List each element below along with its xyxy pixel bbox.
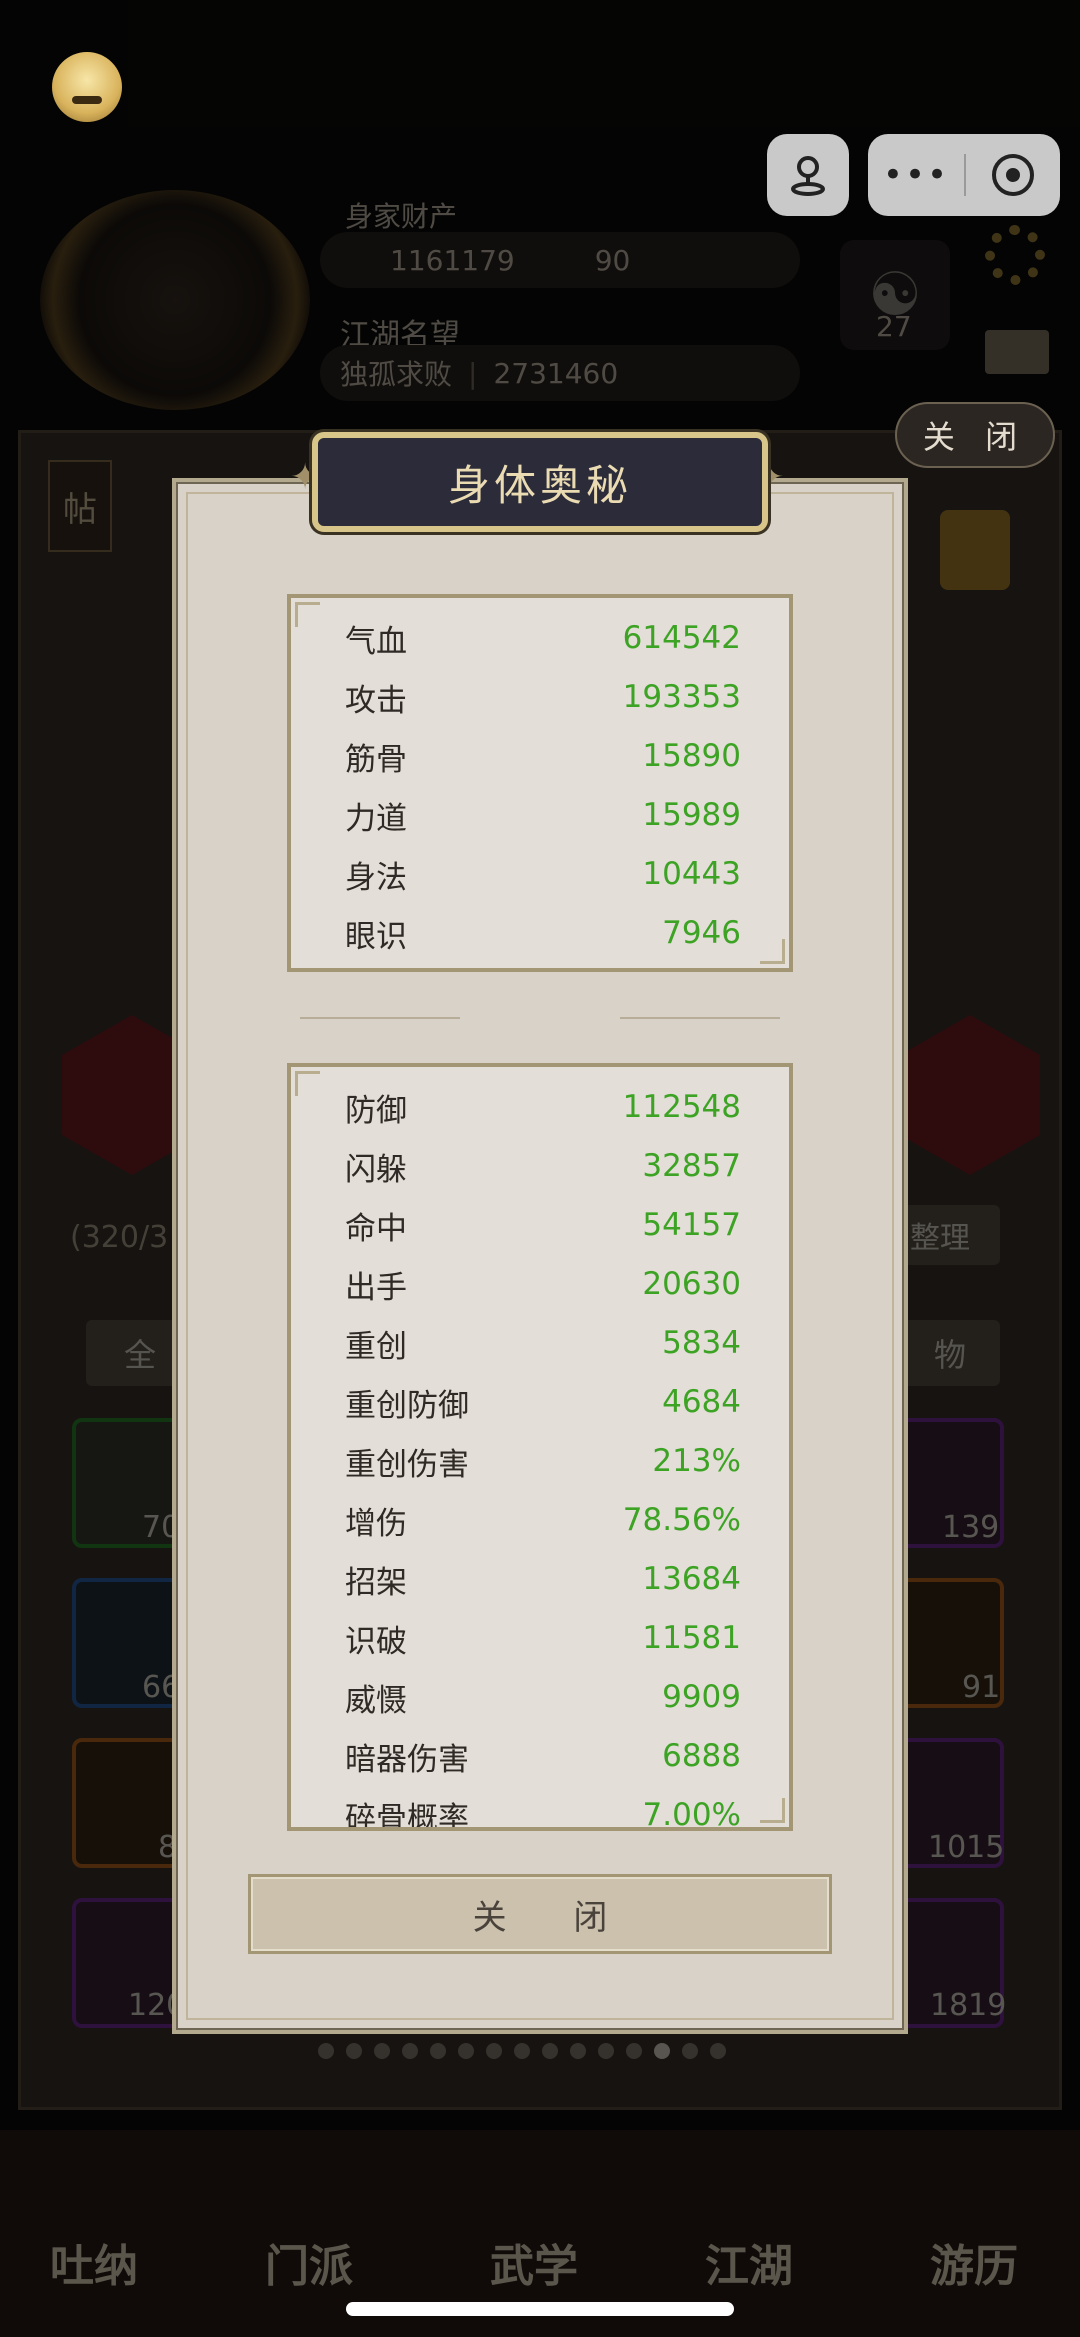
stat-value: 193353 — [622, 679, 741, 715]
close-miniprogram-button[interactable] — [966, 154, 1060, 196]
home-indicator[interactable] — [346, 2302, 734, 2316]
inventory-count: 139 — [942, 1510, 1000, 1545]
gear-icon — [985, 225, 1045, 285]
stat-name: 暗器伤害 — [345, 1741, 469, 1778]
gold-amount: 1161179 — [390, 243, 515, 277]
stat-value: 112548 — [622, 1089, 741, 1125]
stat-value: 78.56% — [622, 1502, 741, 1538]
stat-name: 气血 — [345, 623, 407, 660]
stat-name: 筋骨 — [345, 741, 407, 778]
stat-row: 暗器伤害 6888 — [345, 1736, 741, 1778]
stat-row: 识破 11581 — [345, 1618, 741, 1660]
stat-name: 命中 — [345, 1210, 407, 1247]
stat-row: 出手 20630 — [345, 1264, 741, 1306]
section-divider — [300, 1008, 780, 1028]
stat-value: 32857 — [642, 1148, 741, 1184]
nav-menpai: 门派 — [265, 2241, 353, 2292]
stat-row: 力道 15989 — [345, 795, 741, 837]
stat-value: 9909 — [662, 1679, 741, 1715]
page-indicator — [318, 2043, 726, 2059]
stat-name: 重创 — [345, 1328, 407, 1365]
assets-label: 身家财产 — [345, 200, 458, 233]
panel-close-button[interactable]: 关 闭 — [895, 402, 1055, 468]
stat-name: 重创伤害 — [345, 1446, 469, 1483]
stat-name: 识破 — [345, 1623, 407, 1660]
lantern-icon — [940, 510, 1010, 590]
stat-value: 6888 — [662, 1738, 741, 1774]
stat-value: 614542 — [622, 620, 741, 656]
assets-bar: 1161179 90 — [320, 232, 800, 288]
nav-jianghu: 江湖 — [705, 2241, 793, 2292]
secondary-stats-box[interactable]: 防御 112548 闪躲 32857 命中 54157 出手 20630 重创 … — [287, 1063, 793, 1831]
filter-item-tab: 物 — [900, 1320, 1000, 1386]
stat-row: 筋骨 15890 — [345, 736, 741, 778]
mascot-icon[interactable] — [52, 52, 122, 122]
reputation-separator: | — [468, 356, 478, 390]
joystick-icon — [791, 156, 825, 196]
reputation-bar: 独孤求败 | 2731460 — [320, 345, 800, 401]
stat-name: 招架 — [345, 1564, 407, 1601]
record-icon — [992, 154, 1034, 196]
stat-name: 重创防御 — [345, 1387, 469, 1424]
jade-amount: 90 — [594, 243, 631, 277]
stat-row: 招架 13684 — [345, 1559, 741, 1601]
stat-row: 防御 112548 — [345, 1087, 741, 1129]
stat-value: 4684 — [662, 1384, 741, 1420]
stat-value: 20630 — [642, 1266, 741, 1302]
mail-icon — [985, 330, 1049, 374]
stat-row: 威慑 9909 — [345, 1677, 741, 1719]
stat-name: 增伤 — [345, 1505, 407, 1542]
dialog-title: 身体奥秘 — [447, 460, 632, 510]
stat-name: 力道 — [345, 800, 407, 837]
stat-value: 54157 — [642, 1207, 741, 1243]
nav-wuxue: 武学 — [490, 2241, 578, 2292]
stat-value: 15890 — [642, 738, 741, 774]
post-tag: 帖 — [48, 460, 112, 552]
close-button-label: 关 闭 — [472, 1897, 636, 1938]
stat-name: 出手 — [345, 1269, 407, 1306]
stat-value: 10443 — [642, 856, 741, 892]
nav-tunan: 吐纳 — [50, 2241, 138, 2292]
bag-capacity: (320/3 — [70, 1220, 169, 1255]
miniprogram-capsule: ••• — [868, 134, 1060, 216]
close-button[interactable]: 关 闭 — [248, 1874, 832, 1954]
stat-value: 5834 — [662, 1325, 741, 1361]
primary-stats-box: 气血 614542 攻击 193353 筋骨 15890 力道 15989 身法… — [287, 594, 793, 972]
inventory-count: 1819 — [930, 1988, 1007, 2023]
joystick-button[interactable] — [767, 134, 849, 216]
stat-name: 攻击 — [345, 682, 407, 719]
badge-count: 27 — [876, 310, 912, 343]
stat-row: 攻击 193353 — [345, 677, 741, 719]
stat-value: 15989 — [642, 797, 741, 833]
stat-name: 碎骨概率 — [345, 1800, 469, 1831]
stat-name: 眼识 — [345, 918, 407, 955]
stat-value: 213% — [652, 1443, 741, 1479]
stat-value: 7946 — [662, 915, 741, 951]
stat-row: 碎骨概率 7.00% — [345, 1795, 741, 1831]
inventory-count: 1015 — [928, 1830, 1005, 1865]
stat-name: 威慑 — [345, 1682, 407, 1719]
stat-value: 11581 — [642, 1620, 741, 1656]
stat-row: 眼识 7946 — [345, 913, 741, 955]
stat-name: 闪躲 — [345, 1151, 407, 1188]
reputation-title: 独孤求败 — [340, 358, 453, 391]
stat-name: 身法 — [345, 859, 407, 896]
inventory-count: 91 — [962, 1670, 1001, 1705]
stat-value: 7.00% — [642, 1797, 741, 1831]
dialog-title-plaque: 身体奥秘 — [312, 432, 768, 532]
stat-value: 13684 — [642, 1561, 741, 1597]
stat-row: 增伤 78.56% — [345, 1500, 741, 1542]
reputation-value: 2731460 — [493, 356, 619, 390]
stat-row: 命中 54157 — [345, 1205, 741, 1247]
stat-row: 身法 10443 — [345, 854, 741, 896]
stat-row: 重创 5834 — [345, 1323, 741, 1365]
stat-row: 重创伤害 213% — [345, 1441, 741, 1483]
stat-row: 闪躲 32857 — [345, 1146, 741, 1188]
stat-row: 气血 614542 — [345, 618, 741, 660]
stat-name: 防御 — [345, 1092, 407, 1129]
player-avatar — [40, 190, 310, 410]
nav-youli: 游历 — [930, 2241, 1018, 2292]
more-icon[interactable]: ••• — [868, 134, 964, 216]
stat-row: 重创防御 4684 — [345, 1382, 741, 1424]
